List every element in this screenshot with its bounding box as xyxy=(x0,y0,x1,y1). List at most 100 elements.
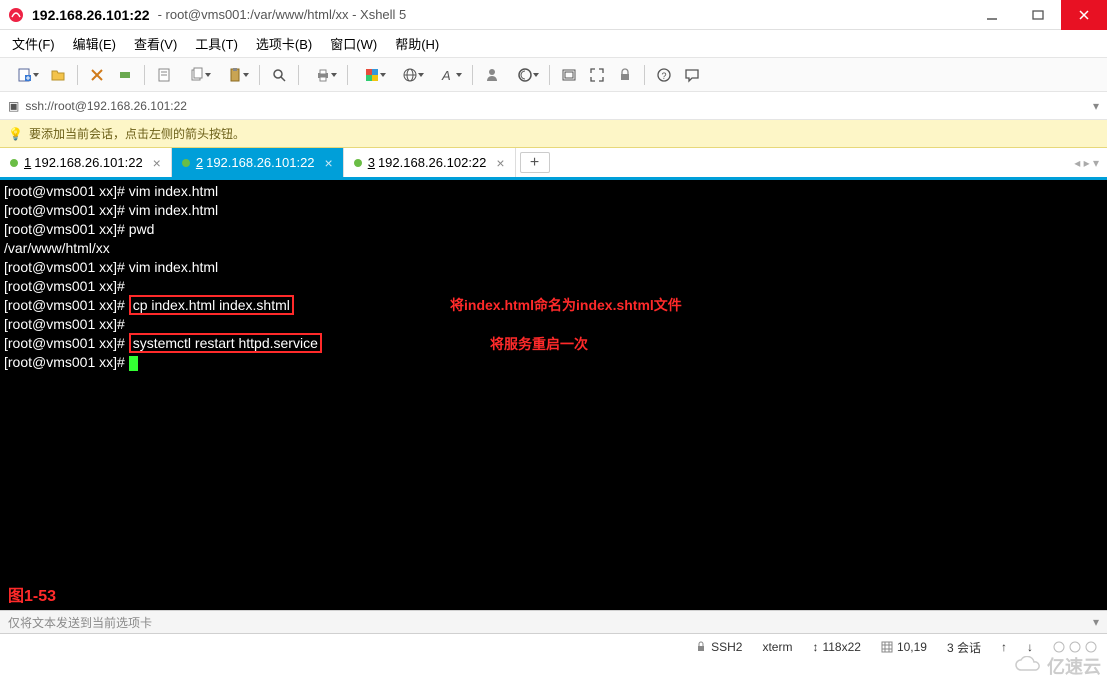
reconnect-icon[interactable] xyxy=(84,62,110,88)
lock-icon[interactable] xyxy=(612,62,638,88)
status-proto: SSH2 xyxy=(685,640,752,654)
new-session-button[interactable] xyxy=(7,62,43,88)
toolbar-separator xyxy=(644,65,645,85)
status-nettx: ↑ xyxy=(991,640,1017,654)
cap-icon xyxy=(1085,641,1097,653)
status-dot-icon xyxy=(354,159,362,167)
down-arrow-icon: ↓ xyxy=(1027,640,1033,654)
menu-edit[interactable]: 编辑(E) xyxy=(73,34,116,53)
tab-close-icon[interactable]: × xyxy=(496,155,504,171)
cap-icon xyxy=(1053,641,1065,653)
tab-3[interactable]: 3 192.168.26.102:22 × xyxy=(344,148,516,177)
compose-bar[interactable]: 仅将文本发送到当前选项卡 ▾ xyxy=(0,610,1107,634)
tab-index: 3 xyxy=(368,155,375,170)
app-logo-icon xyxy=(8,7,24,23)
tab-label: 192.168.26.101:22 xyxy=(34,155,142,170)
menu-window[interactable]: 窗口(W) xyxy=(330,34,377,53)
hint-bar: 💡 要添加当前会话，点击左侧的箭头按钮。 xyxy=(0,120,1107,148)
menu-help[interactable]: 帮助(H) xyxy=(395,34,439,53)
properties-icon[interactable] xyxy=(151,62,177,88)
svg-text:?: ? xyxy=(662,71,667,81)
color-scheme-button[interactable] xyxy=(354,62,390,88)
terminal-line: [root@vms001 xx]# xyxy=(4,315,1103,334)
terminal[interactable]: [root@vms001 xx]# vim index.html[root@vm… xyxy=(0,180,1107,610)
address-bar[interactable]: ▣ ssh://root@192.168.26.101:22 ▾ xyxy=(0,92,1107,120)
copy-button[interactable] xyxy=(179,62,215,88)
find-icon[interactable] xyxy=(266,62,292,88)
disconnect-icon[interactable] xyxy=(112,62,138,88)
tab-close-icon[interactable]: × xyxy=(325,155,333,171)
status-caps xyxy=(1043,641,1107,653)
terminal-line: [root@vms001 xx]# xyxy=(4,353,1103,372)
toolbar-separator xyxy=(77,65,78,85)
fullscreen-icon[interactable] xyxy=(584,62,610,88)
encoding-button[interactable] xyxy=(392,62,428,88)
highlighted-command: systemctl restart httpd.service xyxy=(129,333,322,353)
cap-icon xyxy=(1069,641,1081,653)
session-tabs: 1 192.168.26.101:22 × 2 192.168.26.101:2… xyxy=(0,148,1107,180)
lock-icon xyxy=(695,641,707,653)
tab-scroll-arrows[interactable]: ◂ ▸ ▾ xyxy=(1074,148,1107,177)
annotation-2: 将服务重启一次 xyxy=(490,335,588,354)
new-tab-button[interactable]: + xyxy=(520,152,550,173)
script-button[interactable] xyxy=(507,62,543,88)
grid-icon xyxy=(881,641,893,653)
forum-icon[interactable] xyxy=(679,62,705,88)
tab-label: 192.168.26.101:22 xyxy=(206,155,314,170)
terminal-line: /var/www/html/xx xyxy=(4,239,1103,258)
maximize-button[interactable] xyxy=(1015,0,1061,30)
help-icon[interactable]: ? xyxy=(651,62,677,88)
menu-bar: 文件(F) 编辑(E) 查看(V) 工具(T) 选项卡(B) 窗口(W) 帮助(… xyxy=(0,30,1107,58)
toolbar-separator xyxy=(144,65,145,85)
compose-dropdown-icon[interactable]: ▾ xyxy=(1093,615,1099,629)
compose-placeholder: 仅将文本发送到当前选项卡 xyxy=(8,614,152,631)
status-dot-icon xyxy=(10,159,18,167)
print-button[interactable] xyxy=(305,62,341,88)
bookmark-icon[interactable]: ▣ xyxy=(8,99,19,113)
cursor xyxy=(129,356,138,371)
tab-index: 1 xyxy=(24,155,31,170)
minimize-button[interactable] xyxy=(969,0,1015,30)
address-url: ssh://root@192.168.26.101:22 xyxy=(25,99,187,113)
tab-1[interactable]: 1 192.168.26.101:22 × xyxy=(0,148,172,177)
tab-2[interactable]: 2 192.168.26.101:22 × xyxy=(172,148,344,177)
figure-label: 图1-53 xyxy=(8,587,56,606)
menu-tabs[interactable]: 选项卡(B) xyxy=(256,34,312,53)
toolbar-separator xyxy=(472,65,473,85)
menu-file[interactable]: 文件(F) xyxy=(12,34,55,53)
paste-button[interactable] xyxy=(217,62,253,88)
zmodem-icon[interactable] xyxy=(556,62,582,88)
window-title-host: 192.168.26.101:22 xyxy=(32,7,150,23)
up-arrow-icon: ↑ xyxy=(1001,640,1007,654)
status-term: xterm xyxy=(752,640,802,654)
tab-close-icon[interactable]: × xyxy=(153,155,161,171)
terminal-line: [root@vms001 xx]# vim index.html xyxy=(4,258,1103,277)
xagent-icon[interactable] xyxy=(479,62,505,88)
hint-text: 要添加当前会话，点击左侧的箭头按钮。 xyxy=(29,125,245,142)
resize-icon: ↕ xyxy=(812,640,818,654)
status-bar: SSH2 xterm ↕ 118x22 10,19 3 会话 ↑ ↓ xyxy=(0,634,1107,660)
toolbar-separator xyxy=(259,65,260,85)
status-size: ↕ 118x22 xyxy=(802,640,870,654)
title-bar: 192.168.26.101:22 - root@vms001:/var/www… xyxy=(0,0,1107,30)
toolbar: A ? xyxy=(0,58,1107,92)
bulb-icon: 💡 xyxy=(8,127,23,141)
annotation-1: 将index.html命名为index.shtml文件 xyxy=(450,296,682,315)
status-sessions: 3 会话 xyxy=(937,639,991,656)
open-session-icon[interactable] xyxy=(45,62,71,88)
terminal-line: [root@vms001 xx]# xyxy=(4,277,1103,296)
font-button[interactable]: A xyxy=(430,62,466,88)
toolbar-separator xyxy=(298,65,299,85)
toolbar-separator xyxy=(549,65,550,85)
status-netrx: ↓ xyxy=(1017,640,1043,654)
window-title-path: - root@vms001:/var/www/html/xx - Xshell … xyxy=(158,7,407,22)
terminal-line: [root@vms001 xx]# vim index.html xyxy=(4,201,1103,220)
address-dropdown-icon[interactable]: ▾ xyxy=(1093,99,1099,113)
menu-view[interactable]: 查看(V) xyxy=(134,34,177,53)
close-button[interactable] xyxy=(1061,0,1107,30)
toolbar-separator xyxy=(347,65,348,85)
tab-index: 2 xyxy=(196,155,203,170)
menu-tools[interactable]: 工具(T) xyxy=(195,34,238,53)
tab-label: 192.168.26.102:22 xyxy=(378,155,486,170)
status-dot-icon xyxy=(182,159,190,167)
